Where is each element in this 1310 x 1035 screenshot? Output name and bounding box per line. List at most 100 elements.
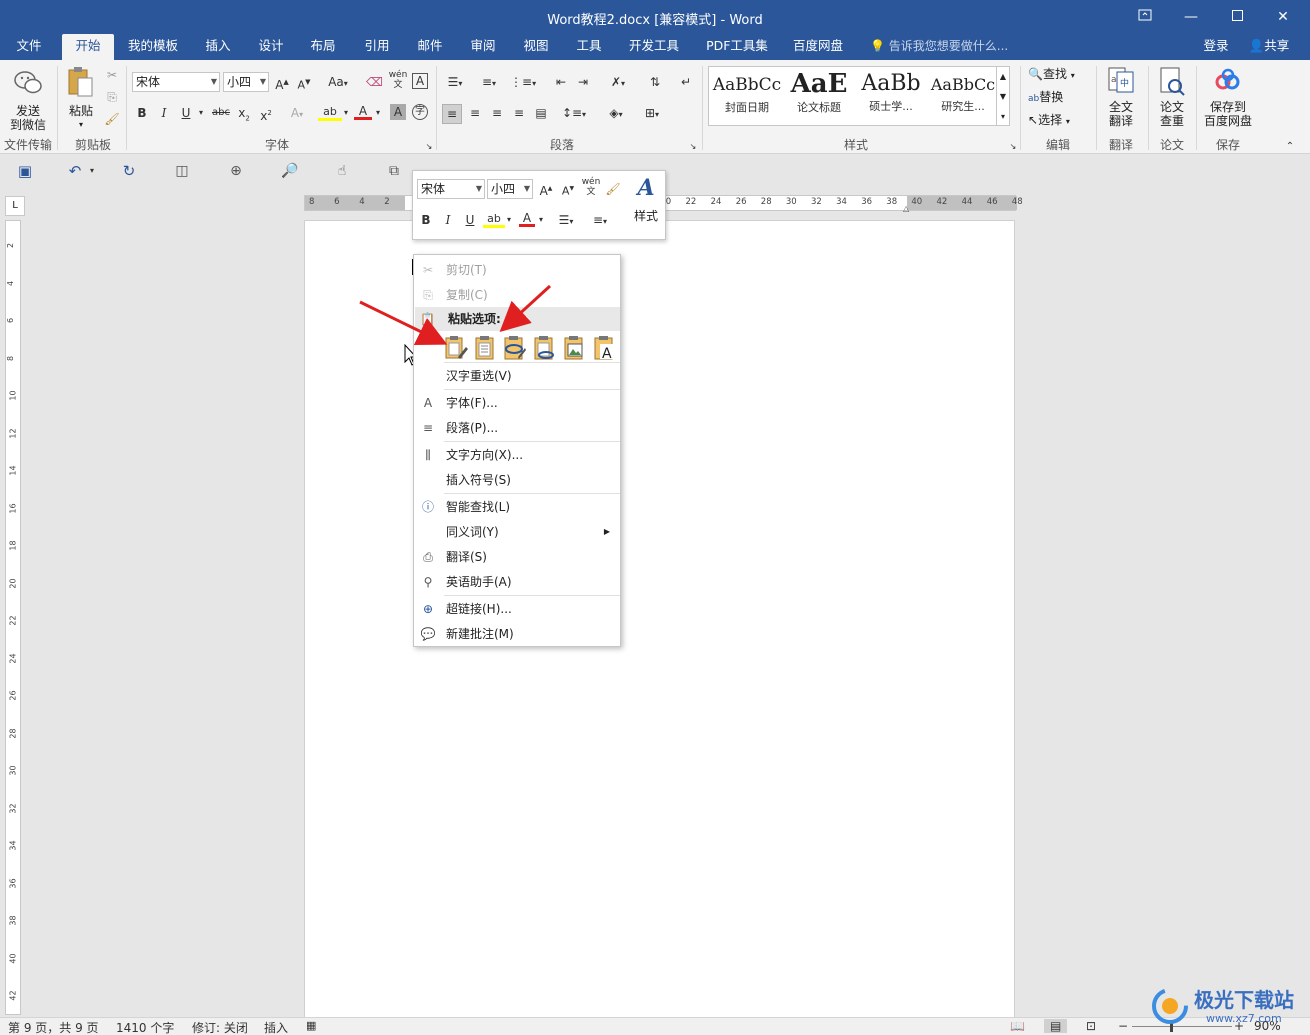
mini-font-combo[interactable]: 宋体 ▼	[417, 179, 485, 199]
tab-view[interactable]: 视图	[516, 34, 556, 60]
style-graduate[interactable]: AaBbCc 研究生...	[927, 67, 999, 125]
menu-item-paragraph[interactable]: ≡ 段落(P)...	[414, 416, 620, 440]
word-count[interactable]: 1410 个字	[116, 1019, 174, 1035]
page-count[interactable]: 第 9 页，共 9 页	[8, 1019, 99, 1035]
send-to-wechat-button[interactable]: 发送 到微信	[6, 66, 50, 132]
menu-item-smart-lookup[interactable]: ⓘ 智能查找(L)	[414, 495, 620, 519]
mini-shrink-font-icon[interactable]: A▼	[561, 180, 575, 201]
tab-references[interactable]: 引用	[357, 34, 397, 60]
tab-mailings[interactable]: 邮件	[410, 34, 450, 60]
grow-font-icon[interactable]: A▲	[274, 73, 290, 94]
font-size-combo[interactable]: 小四 ▼	[223, 72, 269, 92]
increase-indent-icon[interactable]: ⇥	[574, 73, 592, 91]
save-icon[interactable]: ▣	[16, 162, 34, 180]
show-marks-icon[interactable]: ↵	[678, 73, 694, 91]
mini-format-painter-icon[interactable]: 🖌	[605, 180, 621, 198]
shading-icon[interactable]: ◈▾	[602, 104, 630, 124]
tab-file[interactable]: 文件	[8, 34, 50, 60]
chevron-down-icon[interactable]: ▾	[196, 104, 206, 122]
superscript-icon[interactable]: x2	[258, 104, 274, 125]
align-center-icon[interactable]: ≡	[466, 104, 484, 122]
mini-styles-button[interactable]: A 样式	[629, 175, 663, 235]
redo-icon[interactable]: ↻	[120, 162, 138, 180]
character-shading-icon[interactable]: A	[390, 104, 406, 120]
paste-dropdown-icon[interactable]: ▾	[62, 118, 100, 132]
shrink-font-icon[interactable]: A▼	[296, 73, 312, 95]
read-view-icon[interactable]: 📖	[1010, 1019, 1025, 1033]
ribbon-display-options-button[interactable]	[1122, 0, 1168, 34]
tab-insert[interactable]: 插入	[198, 34, 238, 60]
select-button[interactable]: ↖选择 ▾	[1028, 111, 1092, 131]
align-right-icon[interactable]: ≡	[488, 104, 506, 122]
tab-design[interactable]: 设计	[251, 34, 291, 60]
mini-underline-icon[interactable]: U	[463, 211, 477, 229]
undo-icon[interactable]: ↶	[64, 162, 86, 180]
maximize-button[interactable]	[1214, 0, 1260, 34]
mini-bold-icon[interactable]: B	[419, 211, 433, 229]
cut-icon[interactable]: ✂	[104, 66, 120, 84]
menu-item-new-comment[interactable]: 💬 新建批注(M)	[414, 622, 620, 646]
save-to-baidu-button[interactable]: 保存到 百度网盘	[1200, 66, 1256, 132]
right-indent-marker[interactable]: △	[903, 204, 909, 213]
align-left-icon[interactable]: ≡	[442, 104, 462, 124]
touch-mode-icon[interactable]: ☝	[332, 162, 352, 180]
mini-font-color-icon[interactable]: A	[519, 209, 535, 227]
chevron-down-icon[interactable]: ▾	[537, 211, 545, 229]
numbering-icon[interactable]: ≡▾	[476, 73, 502, 93]
menu-item-hanzi-reselect[interactable]: 汉字重选(V)	[414, 364, 620, 388]
tab-pdf-tools[interactable]: PDF工具集	[700, 34, 774, 60]
chevron-down-icon[interactable]: ▾	[342, 104, 350, 122]
change-case-button[interactable]: Aa▾	[324, 73, 352, 93]
menu-item-english-assistant[interactable]: ⚲ 英语助手(A)	[414, 570, 620, 594]
menu-item-cut[interactable]: ✂ 剪切(T)	[414, 258, 620, 282]
menu-item-insert-symbol[interactable]: 插入符号(S)	[414, 468, 620, 492]
mini-italic-icon[interactable]: I	[441, 211, 455, 229]
login-link[interactable]: 登录	[1196, 34, 1236, 60]
find-button[interactable]: 🔍查找 ▾	[1028, 65, 1092, 85]
style-master[interactable]: AaBb 硕士学...	[855, 67, 927, 125]
chinese-layout-icon[interactable]: ✗▾	[604, 73, 632, 93]
menu-item-translate[interactable]: ⎙ 翻译(S)	[414, 545, 620, 569]
character-border-icon[interactable]: A	[412, 73, 428, 89]
tab-selector[interactable]: L	[5, 196, 25, 216]
insert-mode[interactable]: 插入	[264, 1019, 288, 1035]
justify-icon[interactable]: ≡	[510, 104, 528, 122]
distributed-icon[interactable]: ▤	[532, 104, 550, 122]
replace-button[interactable]: ab替换	[1028, 88, 1092, 108]
paper-check-button[interactable]: 论文 查重	[1152, 66, 1192, 132]
style-cover-date[interactable]: AaBbCc 封面日期	[711, 67, 783, 125]
borders-icon[interactable]: ⊞▾	[638, 104, 666, 124]
tab-baidu-netdisk[interactable]: 百度网盘	[786, 34, 850, 60]
menu-item-text-direction[interactable]: ⫼ 文字方向(X)...	[414, 443, 620, 467]
minimize-button[interactable]: —	[1168, 0, 1214, 34]
read-mode-icon[interactable]: ◫	[172, 162, 192, 180]
web-icon[interactable]: ⊕	[226, 162, 246, 180]
chevron-down-icon[interactable]: ▾	[88, 162, 96, 180]
mini-numbering-icon[interactable]: ≡▾	[587, 211, 613, 231]
paste-button[interactable]: 粘贴 ▾	[62, 66, 100, 132]
menu-item-synonyms[interactable]: 同义词(Y) ▶	[414, 520, 620, 544]
tab-layout[interactable]: 布局	[303, 34, 343, 60]
strikethrough-icon[interactable]: abc	[210, 104, 232, 122]
menu-item-hyperlink[interactable]: ⊕ 超链接(H)...	[414, 597, 620, 621]
share-button[interactable]: 👤共享	[1240, 34, 1298, 60]
highlight-color-icon[interactable]: ab	[318, 102, 342, 121]
format-painter-icon[interactable]: 🖌	[104, 110, 120, 128]
tab-tools[interactable]: 工具	[569, 34, 609, 60]
paste-text-only-icon[interactable]: A	[592, 335, 616, 361]
chevron-down-icon[interactable]: ▾	[374, 104, 382, 122]
styles-scroll[interactable]: ▲ ▼ ▾	[996, 66, 1010, 126]
vertical-ruler[interactable]: 2 4 6 8 10 12 14 16 18 20 22 24 26 28 30 32 34 36 38 40 42	[5, 220, 21, 1015]
line-spacing-icon[interactable]: ↕≡▾	[560, 104, 588, 124]
phonetic-guide-icon[interactable]: wén 文	[388, 70, 408, 90]
font-color-icon[interactable]: A	[354, 102, 372, 120]
subscript-icon[interactable]: x2	[236, 104, 252, 127]
multilevel-list-icon[interactable]: ⋮≡▾	[510, 73, 536, 93]
underline-icon[interactable]: U	[178, 104, 194, 122]
tab-home[interactable]: 开始	[62, 34, 114, 60]
sort-icon[interactable]: ⇅	[646, 73, 664, 91]
italic-icon[interactable]: I	[156, 104, 172, 122]
bullets-icon[interactable]: ☰▾	[442, 73, 468, 93]
mini-bullets-icon[interactable]: ☰▾	[553, 211, 579, 231]
style-paper-title[interactable]: AaE 论文标题	[783, 67, 855, 125]
